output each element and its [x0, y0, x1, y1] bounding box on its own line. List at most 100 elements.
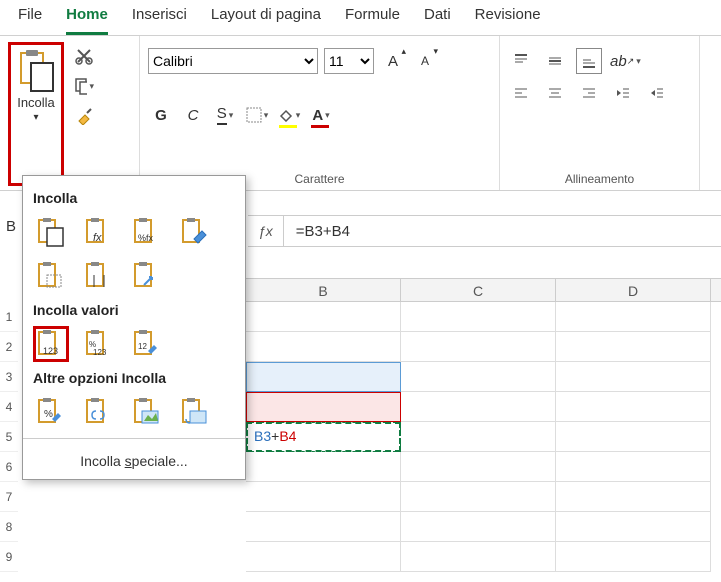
- cell[interactable]: [401, 452, 556, 482]
- cell[interactable]: [556, 362, 711, 392]
- underline-button[interactable]: S▾: [212, 102, 238, 128]
- tab-page-layout[interactable]: Layout di pagina: [211, 6, 321, 35]
- row-header[interactable]: 3: [0, 362, 18, 392]
- paste-picture-option[interactable]: [129, 394, 165, 430]
- paste-no-borders-option[interactable]: [33, 258, 69, 294]
- align-bottom-icon: [581, 53, 597, 69]
- paste-special-option[interactable]: Incolla speciale...: [33, 445, 235, 473]
- paste-other-header: Altre opzioni Incolla: [33, 370, 235, 386]
- row-header[interactable]: 1: [0, 302, 18, 332]
- paste-formatting-option[interactable]: %: [33, 394, 69, 430]
- row-header[interactable]: 2: [0, 332, 18, 362]
- paste-formulas-option[interactable]: fx: [81, 214, 117, 250]
- clipboard-width-icon: [84, 261, 114, 291]
- tab-home[interactable]: Home: [66, 6, 108, 35]
- increase-font-button[interactable]: A▴: [380, 48, 406, 74]
- align-right-button[interactable]: [576, 80, 602, 106]
- cell[interactable]: [556, 332, 711, 362]
- cell[interactable]: [246, 482, 401, 512]
- tab-data[interactable]: Dati: [424, 6, 451, 35]
- cell[interactable]: [401, 542, 556, 572]
- cell[interactable]: [246, 512, 401, 542]
- ribbon: Incolla ▾ ▾ Calibri 11: [0, 36, 721, 191]
- fill-color-button[interactable]: ▾: [276, 102, 302, 128]
- cell[interactable]: [556, 542, 711, 572]
- row-header[interactable]: 8: [0, 512, 18, 542]
- cell[interactable]: [246, 332, 401, 362]
- cell[interactable]: [246, 452, 401, 482]
- cell[interactable]: [401, 512, 556, 542]
- row-header[interactable]: 6: [0, 452, 18, 482]
- clipboard-transpose-icon: [132, 261, 162, 291]
- cell[interactable]: [246, 302, 401, 332]
- cell[interactable]: [556, 512, 711, 542]
- cut-button[interactable]: [74, 46, 94, 66]
- name-box[interactable]: B: [6, 218, 16, 235]
- cell[interactable]: [556, 302, 711, 332]
- decrease-font-button[interactable]: A▾: [412, 48, 438, 74]
- column-header-b[interactable]: B: [246, 279, 401, 301]
- cell-b4[interactable]: [246, 392, 401, 422]
- column-header-c[interactable]: C: [401, 279, 556, 301]
- tab-review[interactable]: Revisione: [475, 6, 541, 35]
- orientation-button[interactable]: ab↗▾: [610, 48, 641, 74]
- tab-insert[interactable]: Inserisci: [132, 6, 187, 35]
- paste-linked-picture-option[interactable]: [177, 394, 213, 430]
- align-center-icon: [547, 85, 563, 101]
- formula-input[interactable]: =B3+B4: [284, 223, 350, 240]
- cell[interactable]: [401, 302, 556, 332]
- paste-button[interactable]: Incolla ▾: [8, 42, 64, 186]
- fx-label[interactable]: ƒx: [248, 216, 284, 246]
- font-group: Calibri 11 A▴ A▾ G C S▾ ▾ ▾ A▾: [140, 36, 500, 190]
- paste-link-option[interactable]: [81, 394, 117, 430]
- cell[interactable]: [246, 542, 401, 572]
- cell[interactable]: [401, 482, 556, 512]
- paste-values-number-option[interactable]: %123: [81, 326, 117, 362]
- column-header-d[interactable]: D: [556, 279, 711, 301]
- italic-button[interactable]: C: [180, 102, 206, 128]
- cell[interactable]: [401, 362, 556, 392]
- cell-b5[interactable]: B3+B4: [246, 422, 401, 452]
- align-top-button[interactable]: [508, 48, 534, 74]
- cell[interactable]: [556, 452, 711, 482]
- paste-transpose-option[interactable]: [129, 258, 165, 294]
- svg-text:fx: fx: [93, 232, 102, 244]
- align-bottom-button[interactable]: [576, 48, 602, 74]
- cell[interactable]: [401, 332, 556, 362]
- borders-button[interactable]: ▾: [244, 102, 270, 128]
- paintbrush-icon: [75, 107, 93, 125]
- paste-values-option[interactable]: 123: [33, 326, 69, 362]
- cell[interactable]: [401, 392, 556, 422]
- paste-values-formatting-option[interactable]: 12: [129, 326, 165, 362]
- align-middle-button[interactable]: [542, 48, 568, 74]
- tab-file[interactable]: File: [18, 6, 42, 35]
- increase-indent-button[interactable]: [644, 80, 670, 106]
- cell[interactable]: [401, 422, 556, 452]
- decrease-indent-button[interactable]: [610, 80, 636, 106]
- svg-text:%fx: %fx: [138, 233, 154, 243]
- row-header[interactable]: 5: [0, 422, 18, 452]
- cell[interactable]: [556, 422, 711, 452]
- clipboard-123-icon: 123: [36, 329, 66, 359]
- row-header[interactable]: 7: [0, 482, 18, 512]
- font-size-select[interactable]: 11: [324, 48, 374, 74]
- paste-all-option[interactable]: [33, 214, 69, 250]
- cell-b3[interactable]: [246, 362, 401, 392]
- copy-button[interactable]: ▾: [74, 76, 94, 96]
- row-header[interactable]: 4: [0, 392, 18, 422]
- paste-formulas-number-option[interactable]: %fx: [129, 214, 165, 250]
- cell[interactable]: [556, 482, 711, 512]
- clipboard-brush-icon: [180, 217, 210, 247]
- row-header[interactable]: 9: [0, 542, 18, 572]
- font-name-select[interactable]: Calibri: [148, 48, 318, 74]
- paste-column-widths-option[interactable]: [81, 258, 117, 294]
- cell[interactable]: [556, 392, 711, 422]
- paste-keep-formatting-option[interactable]: [177, 214, 213, 250]
- align-center-button[interactable]: [542, 80, 568, 106]
- bold-button[interactable]: G: [148, 102, 174, 128]
- tab-formulas[interactable]: Formule: [345, 6, 400, 35]
- format-painter-button[interactable]: [74, 106, 94, 126]
- align-right-icon: [581, 85, 597, 101]
- align-left-button[interactable]: [508, 80, 534, 106]
- font-color-button[interactable]: A▾: [308, 102, 334, 128]
